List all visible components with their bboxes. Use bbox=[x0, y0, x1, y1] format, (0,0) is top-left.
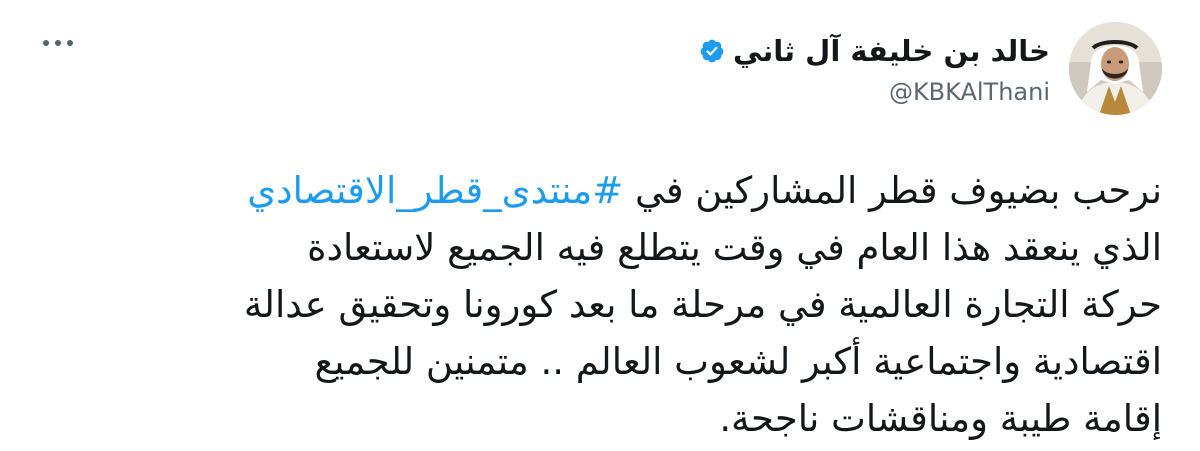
author-header: خالد بن خليفة آل ثاني @KBKAlThani bbox=[699, 34, 1050, 106]
author-handle[interactable]: @KBKAlThani bbox=[699, 78, 1050, 106]
author-name-row: خالد بن خليفة آل ثاني bbox=[699, 34, 1050, 68]
tweet-line-2: الذي ينعقد هذا العام في وقت يتطلع فيه ال… bbox=[307, 226, 1162, 269]
more-options-icon[interactable] bbox=[38, 26, 78, 56]
avatar[interactable] bbox=[1069, 22, 1162, 115]
tweet-line-5: إقامة طيبة ومناقشات ناجحة. bbox=[719, 397, 1162, 440]
hashtag-link[interactable]: #منتدى_قطر_الاقتصادي bbox=[247, 169, 623, 212]
tweet-text-segment: نرحب بضيوف قطر المشاركين في bbox=[623, 169, 1162, 212]
tweet-line-1: نرحب بضيوف قطر المشاركين في #منتدى_قطر_ا… bbox=[32, 162, 1162, 219]
tweet-body: نرحب بضيوف قطر المشاركين في #منتدى_قطر_ا… bbox=[32, 162, 1162, 447]
tweet-line-4: اقتصادية واجتماعية أكبر لشعوب العالم .. … bbox=[314, 340, 1162, 383]
verified-badge-icon bbox=[699, 38, 725, 64]
tweet-card: خالد بن خليفة آل ثاني @KBKAlThani نرحب ب… bbox=[0, 0, 1200, 451]
tweet-line-3: حركة التجارة العالمية في مرحلة ما بعد كو… bbox=[243, 283, 1162, 326]
author-display-name[interactable]: خالد بن خليفة آل ثاني bbox=[733, 34, 1050, 68]
